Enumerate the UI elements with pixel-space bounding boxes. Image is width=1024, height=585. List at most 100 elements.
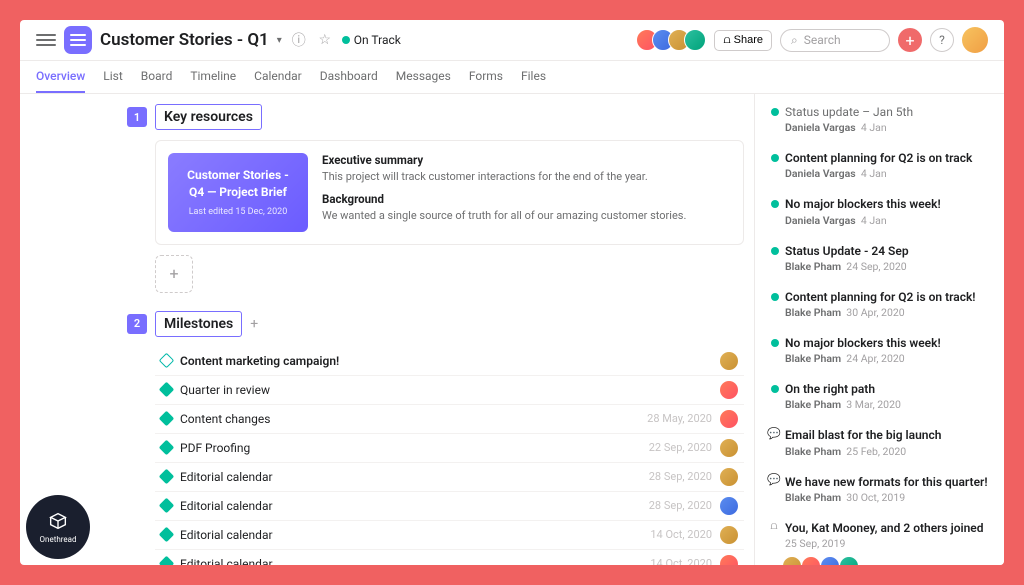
milestone-row[interactable]: Editorial calendar28 Sep, 2020 (155, 492, 744, 521)
milestone-icon (159, 469, 175, 485)
status-pill[interactable]: On Track (342, 33, 401, 48)
feed-item[interactable]: No major blockers this week!Blake Pham 2… (769, 331, 990, 377)
tab-board[interactable]: Board (141, 61, 173, 93)
milestone-name: PDF Proofing (180, 441, 641, 455)
tab-calendar[interactable]: Calendar (254, 61, 302, 93)
section-number-1: 1 (127, 107, 147, 127)
assignee-avatar[interactable] (720, 410, 738, 428)
project-tabs: Overview List Board Timeline Calendar Dashboa… (20, 61, 1004, 94)
feed-msg-icon: 💬 (768, 474, 780, 486)
feed-meta: Daniela Vargas 4 Jan (785, 121, 990, 134)
feed-meta: Daniela Vargas 4 Jan (785, 167, 990, 180)
milestone-date: 14 Oct, 2020 (650, 557, 712, 565)
feed-meta: 25 Sep, 2019 (785, 537, 990, 550)
assignee-avatar[interactable] (720, 526, 738, 544)
tab-dashboard[interactable]: Dashboard (320, 61, 378, 93)
help-button[interactable]: ? (930, 28, 954, 52)
feed-item[interactable]: Content planning for Q2 is on trackDanie… (769, 146, 990, 192)
milestone-icon (159, 498, 175, 514)
milestone-icon (159, 556, 175, 565)
tab-messages[interactable]: Messages (396, 61, 451, 93)
chevron-down-icon[interactable]: ▾ (277, 35, 282, 46)
tab-timeline[interactable]: Timeline (190, 61, 236, 93)
milestone-date: 28 Sep, 2020 (649, 470, 712, 483)
feed-meta: Blake Pham 25 Feb, 2020 (785, 445, 990, 458)
menu-toggle[interactable] (36, 30, 56, 50)
feed-item[interactable]: ⩍ You, Kat Mooney, and 2 others joined25 … (769, 516, 990, 565)
assignee-avatar[interactable] (720, 468, 738, 486)
search-input[interactable]: ⌕Search (780, 29, 890, 52)
milestone-icon (159, 440, 175, 456)
milestone-icon (159, 411, 175, 427)
create-button[interactable]: + (898, 28, 922, 52)
milestone-row[interactable]: PDF Proofing 22 Sep, 2020 (155, 434, 744, 463)
assignee-avatar[interactable] (720, 439, 738, 457)
status-feed: Status update – Jan 5thDaniela Vargas 4 … (754, 94, 1004, 565)
status-dot-icon (342, 36, 350, 44)
project-brief-card[interactable]: Customer Stories - Q4 — Project Brief La… (168, 153, 308, 232)
feed-join-icon: ⩍ (768, 520, 780, 532)
milestone-icon (159, 382, 175, 398)
tab-overview[interactable]: Overview (36, 61, 85, 93)
feed-title: Status update – Jan 5th (785, 104, 990, 120)
add-resource-button[interactable]: + (155, 255, 193, 293)
feed-meta: Blake Pham 24 Apr, 2020 (785, 352, 990, 365)
feed-item[interactable]: Status update – Jan 5thDaniela Vargas 4 … (769, 100, 990, 146)
feed-item[interactable]: On the right pathBlake Pham 3 Mar, 2020 (769, 377, 990, 423)
milestone-date: 22 Sep, 2020 (649, 441, 712, 454)
section-number-2: 2 (127, 314, 147, 334)
feed-item[interactable]: 💬 We have new formats for this quarter!Bl… (769, 470, 990, 516)
milestone-date: 14 Oct, 2020 (650, 528, 712, 541)
assignee-avatar[interactable] (720, 352, 738, 370)
milestone-row[interactable]: Editorial calendar14 Oct, 2020 (155, 521, 744, 550)
milestone-icon (159, 527, 175, 543)
key-resources-card: Customer Stories - Q4 — Project Brief La… (155, 140, 744, 245)
milestone-date: 28 May, 2020 (647, 412, 712, 425)
feed-meta: Blake Pham 30 Apr, 2020 (785, 306, 990, 319)
project-title: Customer Stories - Q1 (100, 30, 269, 50)
my-avatar[interactable] (962, 27, 988, 53)
feed-title: No major blockers this week! (785, 335, 990, 351)
onethread-logo: Onethread (26, 495, 90, 559)
milestone-row[interactable]: Editorial calendar 14 Oct, 2020 (155, 550, 744, 565)
info-icon[interactable]: ⓘ (290, 31, 308, 49)
milestone-icon (159, 353, 175, 369)
feed-item[interactable]: Status Update - 24 SepBlake Pham 24 Sep,… (769, 239, 990, 285)
milestone-row[interactable]: Content marketing campaign! (155, 347, 744, 376)
feed-title: No major blockers this week! (785, 196, 990, 212)
add-milestone-button[interactable]: + (250, 316, 258, 332)
tab-list[interactable]: List (103, 61, 123, 93)
assignee-avatar[interactable] (720, 555, 738, 565)
milestone-name: Editorial calendar (180, 499, 641, 513)
milestone-name: Quarter in review (180, 383, 712, 397)
milestone-name: Content marketing campaign! (180, 354, 712, 368)
feed-title: Email blast for the big launch (785, 427, 990, 443)
milestone-row[interactable]: Editorial calendar 28 Sep, 2020 (155, 463, 744, 492)
star-icon[interactable]: ☆ (316, 31, 334, 49)
milestone-row[interactable]: Quarter in review (155, 376, 744, 405)
section-title-milestones: Milestones (155, 311, 242, 337)
tab-forms[interactable]: Forms (469, 61, 503, 93)
assignee-avatar[interactable] (720, 381, 738, 399)
feed-item[interactable]: Content planning for Q2 is on track!Blak… (769, 285, 990, 331)
feed-title: Content planning for Q2 is on track! (785, 289, 990, 305)
brief-summary: Executive summary This project will trac… (322, 153, 731, 232)
milestone-name: Content changes (180, 412, 639, 426)
joined-avatars (785, 556, 990, 565)
feed-title: We have new formats for this quarter! (785, 474, 990, 490)
milestone-row[interactable]: Content changes 28 May, 2020 (155, 405, 744, 434)
feed-meta: Blake Pham 24 Sep, 2020 (785, 260, 990, 273)
feed-item[interactable]: No major blockers this week!Daniela Varg… (769, 192, 990, 238)
feed-title: You, Kat Mooney, and 2 others joined (785, 520, 990, 536)
feed-meta: Blake Pham 30 Oct, 2019 (785, 491, 990, 504)
feed-item[interactable]: 💬 Email blast for the big launch Blake Pha… (769, 423, 990, 469)
milestone-name: Editorial calendar (180, 557, 642, 565)
assignee-avatar[interactable] (720, 497, 738, 515)
member-avatars[interactable] (642, 29, 706, 51)
milestone-name: Editorial calendar (180, 470, 641, 484)
search-icon: ⌕ (791, 33, 798, 48)
feed-msg-icon: 💬 (768, 427, 780, 439)
feed-title: Content planning for Q2 is on track (785, 150, 990, 166)
share-button[interactable]: ⩍Share (714, 30, 772, 51)
tab-files[interactable]: Files (521, 61, 546, 93)
